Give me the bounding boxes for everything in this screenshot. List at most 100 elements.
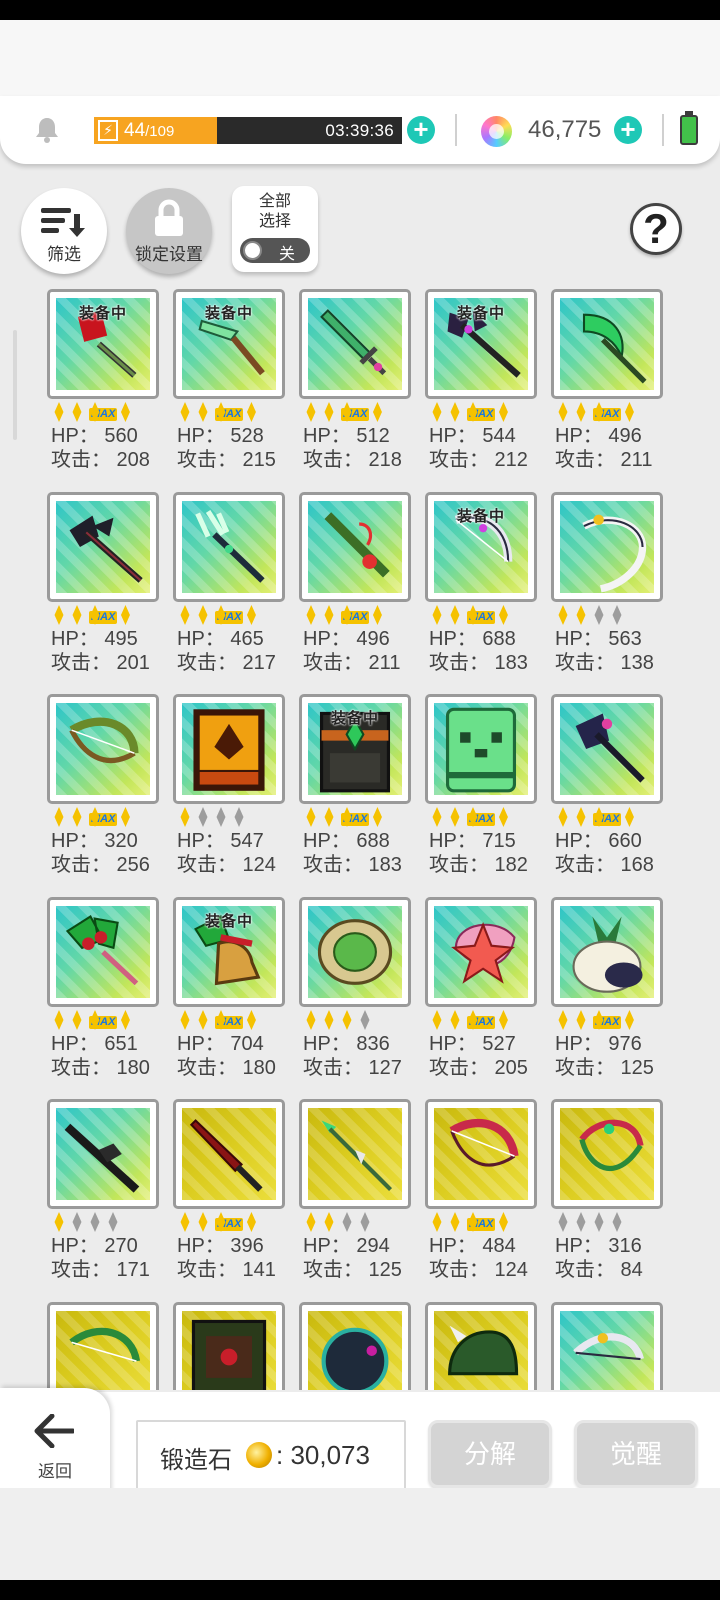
item-tile: 装备中 [434, 298, 528, 390]
attack-stat: 攻击： 180 [177, 1057, 276, 1079]
item-frame: 装备中 [173, 289, 285, 399]
item-frame [47, 492, 159, 602]
divider [455, 114, 457, 146]
item-frame [299, 289, 411, 399]
dark-tome-icon [191, 1319, 267, 1390]
item-tile [560, 501, 654, 593]
equipment-card[interactable] [173, 1298, 285, 1390]
flute-staff-icon [324, 512, 390, 578]
item-frame [299, 492, 411, 602]
equipped-tag: 装备中 [456, 305, 505, 322]
filter-button[interactable]: 筛选 [21, 188, 107, 274]
equipment-card[interactable]: MAX HP： 660 攻击： 168 [551, 690, 663, 890]
select-all-panel: 全部 选择 关 [232, 186, 318, 272]
item-tile [560, 298, 654, 390]
item-tile: 装备中 [182, 298, 276, 390]
equipment-card[interactable]: MAX HP： 651 攻击： 180 [47, 893, 159, 1093]
item-tile [560, 1108, 654, 1200]
turtle-shell-icon [317, 919, 393, 985]
item-frame [299, 1099, 411, 1209]
attack-stat: 攻击： 201 [51, 652, 150, 674]
equipment-card[interactable]: MAX HP： 976 攻击： 125 [551, 893, 663, 1093]
equipment-card[interactable]: HP： 563 攻击： 138 [551, 488, 663, 688]
item-tile [308, 501, 402, 593]
equipment-card[interactable]: MAX HP： 396 攻击： 141 [173, 1095, 285, 1295]
equipment-card[interactable] [47, 1298, 159, 1390]
equipment-card[interactable]: MAX HP： 496 攻击： 211 [551, 285, 663, 485]
equipment-card[interactable]: 装备中 MAX HP： 704 攻击： 180 [173, 893, 285, 1093]
equipment-grid: 装备中 MAX HP： 560 攻击： 208 装备中 MAX HP： 528 攻击： 215… [0, 285, 720, 1390]
attack-stat: 攻击： 125 [303, 1259, 402, 1281]
help-button[interactable]: ? [630, 203, 682, 255]
item-frame [551, 1302, 663, 1390]
equipment-card[interactable]: 装备中 MAX HP： 560 攻击： 208 [47, 285, 159, 485]
forge-stone-label: 锻造石 [160, 1447, 232, 1474]
attack-stat: 攻击： 211 [303, 652, 401, 674]
radish-pouch-icon [572, 916, 643, 993]
item-frame [425, 1302, 537, 1390]
item-tile [56, 906, 150, 998]
item-frame [173, 1099, 285, 1209]
equipment-card[interactable]: MAX HP： 320 攻击： 256 [47, 690, 159, 890]
equipment-card[interactable] [551, 1298, 663, 1390]
navigation-bar [0, 1580, 720, 1600]
equipment-card[interactable]: MAX HP： 527 攻击： 205 [425, 893, 537, 1093]
equipment-card[interactable]: HP： 316 攻击： 84 [551, 1095, 663, 1295]
lock-settings-label: 锁定设置 [135, 245, 203, 264]
attack-stat: 攻击： 84 [555, 1259, 643, 1281]
bell-icon[interactable] [34, 116, 60, 144]
item-frame [551, 897, 663, 1007]
add-gems-button[interactable]: + [614, 116, 642, 144]
add-energy-button[interactable]: + [407, 116, 435, 144]
equipment-card[interactable]: 装备中 MAX HP： 688 攻击： 183 [425, 488, 537, 688]
attack-stat: 攻击： 125 [555, 1057, 654, 1079]
item-tile [434, 906, 528, 998]
black-halberd-icon [69, 515, 143, 583]
equipment-card[interactable]: HP： 294 攻击： 125 [299, 1095, 411, 1295]
energy-value: 44/109 [124, 120, 175, 141]
lock-settings-button[interactable]: 锁定设置 [126, 188, 212, 274]
back-button[interactable]: 返回 [0, 1388, 110, 1496]
attack-stat: 攻击： 205 [429, 1057, 528, 1079]
item-frame [551, 492, 663, 602]
gem-count: 46,775 [528, 116, 602, 143]
equipment-card[interactable] [425, 1298, 537, 1390]
energy-timer: 03:39:36 [325, 121, 394, 140]
item-frame [551, 1099, 663, 1209]
equipment-card[interactable]: MAX HP： 484 攻击： 124 [425, 1095, 537, 1295]
item-tile [308, 1311, 402, 1390]
divider [662, 114, 664, 146]
battery-icon [680, 111, 698, 145]
item-tile [56, 703, 150, 795]
equipment-card[interactable]: 装备中 MAX HP： 688 攻击： 183 [299, 690, 411, 890]
attack-stat: 攻击： 183 [303, 854, 402, 876]
forge-stone-counter: 锻造石 : 30,073 [136, 1420, 406, 1490]
attack-stat: 攻击： 215 [177, 449, 276, 471]
lightning-icon: ⚡ [98, 120, 118, 141]
item-tile [56, 1108, 150, 1200]
white-bow-icon [582, 514, 647, 593]
equipment-card[interactable]: HP： 836 攻击： 127 [299, 893, 411, 1093]
equipment-card[interactable]: MAX HP： 715 攻击： 182 [425, 690, 537, 890]
awaken-button[interactable]: 觉醒 [574, 1420, 698, 1488]
equipment-card[interactable]: MAX HP： 512 攻击： 218 [299, 285, 411, 485]
attack-stat: 攻击： 256 [51, 854, 150, 876]
dismantle-button[interactable]: 分解 [428, 1420, 552, 1488]
equipment-card[interactable]: MAX HP： 495 攻击： 201 [47, 488, 159, 688]
silver-bow-icon [573, 1332, 645, 1361]
equipment-card[interactable]: HP： 270 攻击： 171 [47, 1095, 159, 1295]
crimson-blade-icon [189, 1119, 263, 1192]
item-tile [56, 501, 150, 593]
select-all-toggle[interactable]: 关 [240, 238, 310, 263]
rose-bow-icon [579, 1119, 644, 1171]
equipment-card[interactable]: MAX HP： 496 攻击： 211 [299, 488, 411, 688]
equipment-card[interactable]: 装备中 MAX HP： 544 攻击： 212 [425, 285, 537, 485]
attack-stat: 攻击： 168 [555, 854, 654, 876]
green-sword-icon [320, 309, 387, 376]
equipment-card[interactable] [299, 1298, 411, 1390]
equipment-card[interactable]: 装备中 MAX HP： 528 攻击： 215 [173, 285, 285, 485]
item-frame [173, 1302, 285, 1390]
equipment-card[interactable]: MAX HP： 465 攻击： 217 [173, 488, 285, 688]
equipment-card[interactable]: HP： 547 攻击： 124 [173, 690, 285, 890]
toggle-state-label: 关 [278, 246, 295, 263]
